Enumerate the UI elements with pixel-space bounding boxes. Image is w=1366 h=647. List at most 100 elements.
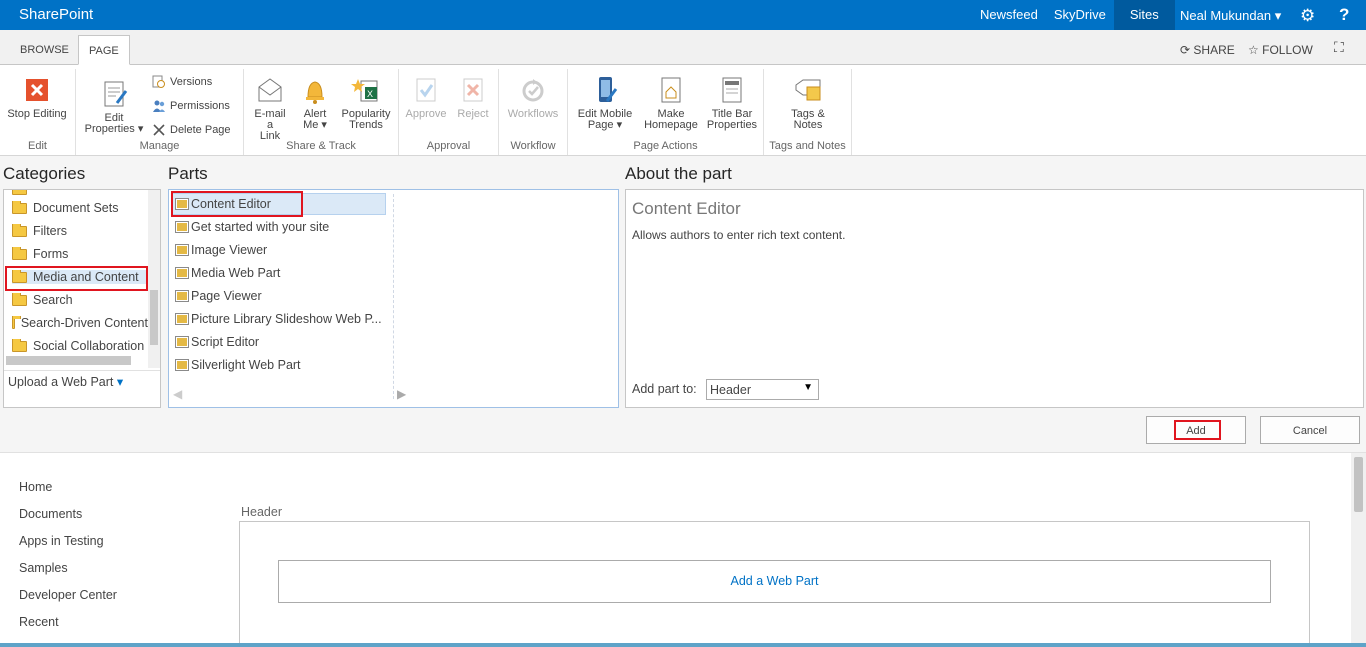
highlight-selected-category <box>5 266 148 291</box>
delete-icon <box>153 124 165 136</box>
popularity-label-2: Trends <box>349 119 383 131</box>
versions-label: Versions <box>170 76 213 88</box>
reject-button[interactable]: Reject <box>451 75 495 120</box>
nav-item-home[interactable]: Home <box>19 480 52 494</box>
alert-me-button[interactable]: Alert Me ▾ <box>296 75 334 131</box>
part-item[interactable]: Picture Library Slideshow Web P... <box>175 312 382 326</box>
share-label: SHARE <box>1193 43 1235 57</box>
part-item[interactable]: Script Editor <box>175 335 259 349</box>
nav-item-developer-center[interactable]: Developer Center <box>19 588 117 602</box>
email-link-button[interactable]: E-mail a Link <box>250 75 290 142</box>
gear-icon[interactable]: ⚙ <box>1300 6 1315 26</box>
versions-button[interactable]: Versions <box>152 75 212 89</box>
scroll-thumb[interactable] <box>150 290 158 345</box>
part-item[interactable]: Image Viewer <box>175 243 267 257</box>
help-icon[interactable]: ? <box>1339 5 1349 25</box>
email-label-1: E-mail a <box>254 108 286 131</box>
zone-label: Header <box>241 505 282 519</box>
upload-label: Upload a Web Part <box>8 375 114 389</box>
category-item[interactable]: Search <box>12 293 148 307</box>
about-part-description: Allows authors to enter rich text conten… <box>632 228 846 242</box>
title-bar-properties-button[interactable]: Title Bar Properties <box>704 75 760 131</box>
scroll-thumb[interactable] <box>1354 457 1363 512</box>
highlight-add-button <box>1174 420 1221 440</box>
follow-label: FOLLOW <box>1262 43 1313 57</box>
about-title: About the part <box>625 164 732 183</box>
svg-text:X: X <box>367 89 373 99</box>
nav-item-recent[interactable]: Recent <box>19 615 59 629</box>
skydrive-link[interactable]: SkyDrive <box>1046 0 1114 30</box>
edit-group: Stop Editing Edit <box>0 69 76 155</box>
nav-item-documents[interactable]: Documents <box>19 507 82 521</box>
categories-title: Categories <box>3 164 86 183</box>
nav-item-samples[interactable]: Samples <box>19 561 68 575</box>
arrow-left-icon[interactable]: ◀ <box>173 387 182 401</box>
part-label: Picture Library Slideshow Web P... <box>191 312 382 326</box>
part-label: Silverlight Web Part <box>191 358 301 372</box>
tab-page[interactable]: PAGE <box>78 35 130 65</box>
newsfeed-link[interactable]: Newsfeed <box>972 0 1046 30</box>
permissions-button[interactable]: Permissions <box>152 99 230 113</box>
cancel-button[interactable]: Cancel <box>1260 416 1360 444</box>
brand-link[interactable]: SharePoint <box>19 6 93 23</box>
categories-vscroll[interactable] <box>148 190 160 368</box>
category-item[interactable]: Filters <box>12 224 148 238</box>
manage-group: Edit Properties ▾ Versions Permissions D… <box>76 69 244 155</box>
make-homepage-button[interactable]: Make Homepage <box>640 75 702 131</box>
category-label: Social Collaboration <box>33 339 145 353</box>
approve-button[interactable]: Approve <box>403 75 449 120</box>
part-item[interactable]: Get started with your site <box>175 220 329 234</box>
delete-page-button[interactable]: Delete Page <box>152 123 231 137</box>
part-item[interactable]: Silverlight Web Part <box>175 358 301 372</box>
categories-hscroll[interactable] <box>6 356 131 365</box>
part-item[interactable]: Page Viewer <box>175 289 262 303</box>
popularity-trends-button[interactable]: X Popularity Trends <box>338 75 394 131</box>
tab-browse[interactable]: BROWSE <box>10 35 79 65</box>
follow-button[interactable]: ☆ FOLLOW <box>1248 43 1313 57</box>
tags-notes-button[interactable]: Tags & Notes <box>778 75 838 131</box>
stop-editing-label: Stop Editing <box>7 108 67 120</box>
sites-link[interactable]: Sites <box>1113 0 1175 30</box>
parts-title: Parts <box>168 164 208 183</box>
chevron-down-icon: ▾ <box>1274 8 1282 23</box>
stop-editing-icon <box>26 79 48 101</box>
slideshow-icon <box>175 313 189 325</box>
approve-icon <box>416 78 436 102</box>
mobile-icon <box>599 77 618 102</box>
category-item[interactable]: Search-Driven Content <box>12 316 148 330</box>
edit-properties-button[interactable]: Edit Properties ▾ <box>80 79 148 135</box>
upload-web-part-link[interactable]: Upload a Web Part ▾ <box>8 374 123 389</box>
edit-mobile-page-button[interactable]: Edit Mobile Page ▾ <box>572 75 638 131</box>
part-item[interactable]: Media Web Part <box>175 266 280 280</box>
category-label: Document Sets <box>33 201 119 215</box>
image-viewer-icon <box>175 244 189 256</box>
zone-select[interactable]: Header ▼ <box>706 379 819 400</box>
category-item[interactable]: Forms <box>12 247 148 261</box>
category-item[interactable]: Document Sets <box>12 201 148 215</box>
titlebar-label-2: Properties <box>706 119 758 131</box>
delete-page-label: Delete Page <box>170 124 231 136</box>
workflow-icon <box>522 79 544 102</box>
arrow-right-icon[interactable]: ▶ <box>397 387 406 401</box>
tags-label-2: Notes <box>793 119 823 131</box>
parts-panel: Content Editor Get started with your sit… <box>168 189 619 408</box>
reject-label: Reject <box>457 108 489 120</box>
permissions-icon <box>153 100 165 112</box>
page-vscroll[interactable] <box>1351 453 1366 647</box>
add-web-part-link[interactable]: Add a Web Part <box>278 560 1271 603</box>
stop-editing-button[interactable]: Stop Editing <box>4 75 70 120</box>
page-actions-group: Edit Mobile Page ▾ Make Homepage Title B… <box>568 69 764 155</box>
chevron-down-icon: ▾ <box>116 375 124 389</box>
category-item[interactable] <box>12 190 148 195</box>
share-button[interactable]: ⟳ SHARE <box>1180 43 1235 57</box>
alert-label-2: Me <box>303 119 319 131</box>
focus-content-icon[interactable]: ⛶ <box>1334 39 1344 56</box>
mobile-label-2: Page <box>587 119 614 131</box>
user-menu[interactable]: Neal Mukundan ▾ <box>1180 8 1281 24</box>
workflows-label: Workflows <box>507 108 559 120</box>
permissions-label: Permissions <box>170 100 230 112</box>
nav-item-apps-in-testing[interactable]: Apps in Testing <box>19 534 104 548</box>
workflows-button[interactable]: Workflows <box>503 75 563 120</box>
category-item[interactable]: Social Collaboration <box>12 339 148 353</box>
approve-label: Approve <box>405 108 447 120</box>
